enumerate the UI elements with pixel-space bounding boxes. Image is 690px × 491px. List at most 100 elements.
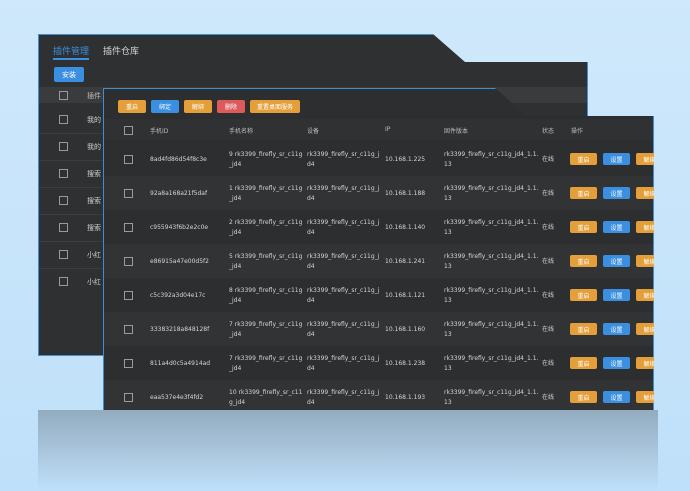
device-line1: rk3399_firefly_sr_c11g_j [307,355,380,362]
plugin-row-checkbox[interactable] [59,169,68,178]
restart-button[interactable]: 重启 [118,100,146,113]
phone-name-line1: 1 rk3399_firefly_sr_c11g [229,185,303,192]
firmware-line1: rk3399_firefly_sr_c11g_jd4_1.1. [444,389,539,396]
row-restart-button[interactable]: 重启 [570,187,597,199]
phone-name-line2: _jd4 [229,297,242,304]
phone-name-line2: _jd4 [229,331,242,338]
reset-desktop-service-button[interactable]: 重置桌面服务 [250,100,300,113]
row-restart-button[interactable]: 重启 [570,255,597,267]
unbind-button[interactable]: 解绑 [184,100,212,113]
tab-plugin-repository[interactable]: 插件仓库 [103,44,139,57]
row-settings-button[interactable]: 设置 [603,255,630,267]
row-unbind-button[interactable]: 解绑 [636,289,654,301]
plugin-row-label: 搜索 [87,170,101,178]
device-line1: rk3399_firefly_sr_c11g_j [307,253,380,260]
row-unbind-button[interactable]: 解绑 [636,153,654,165]
phone-name-line1: 7 rk3399_firefly_sr_c11g [229,355,303,362]
plugin-row-checkbox[interactable] [59,250,68,259]
firmware-line1: rk3399_firefly_sr_c11g_jd4_1.1. [444,287,539,294]
plugin-row-label: 搜索 [87,197,101,205]
select-all-checkbox[interactable] [124,126,133,135]
firmware-line1: rk3399_firefly_sr_c11g_jd4_1.1. [444,151,539,158]
phone-name-line2: _jd4 [229,365,242,372]
reflection [38,410,658,491]
status-text: 在线 [542,224,555,231]
row-restart-button[interactable]: 重启 [570,323,597,335]
table-row: 811a4d0c5a4914ad 7 rk3399_firefly_sr_c11… [104,346,654,380]
phone-name-line1: 2 rk3399_firefly_sr_c11g [229,219,303,226]
install-button[interactable]: 安装 [54,67,84,82]
row-checkbox[interactable] [124,291,133,300]
row-unbind-button[interactable]: 解绑 [636,255,654,267]
delete-button[interactable]: 删除 [217,100,245,113]
row-checkbox[interactable] [124,155,133,164]
column-phone-name: 手机名称 [229,128,254,135]
row-settings-button[interactable]: 设置 [603,187,630,199]
plugin-row-checkbox[interactable] [59,142,68,151]
device-line2: d4 [307,229,315,236]
row-checkbox[interactable] [124,393,133,402]
phone-name-line1: 8 rk3399_firefly_sr_c11g [229,287,303,294]
firmware-line1: rk3399_firefly_sr_c11g_jd4_1.1. [444,185,539,192]
device-line2: d4 [307,263,315,270]
row-unbind-button[interactable]: 解绑 [636,323,654,335]
device-line2: d4 [307,365,315,372]
row-checkbox[interactable] [124,257,133,266]
column-device: 设备 [307,128,320,135]
row-restart-button[interactable]: 重启 [570,357,597,369]
plugin-row-checkbox[interactable] [59,223,68,232]
row-restart-button[interactable]: 重启 [570,153,597,165]
phone-id: 33383218a848128f [150,326,210,333]
table-row: 8ad4fd86d54f8c3e 9 rk3399_firefly_sr_c11… [104,142,654,176]
firmware-line1: rk3399_firefly_sr_c11g_jd4_1.1. [444,355,539,362]
row-settings-button[interactable]: 设置 [603,221,630,233]
row-unbind-button[interactable]: 解绑 [636,187,654,199]
plugin-row-label: 我的 [87,116,101,124]
row-restart-button[interactable]: 重启 [570,221,597,233]
table-row: 33383218a848128f 7 rk3399_firefly_sr_c11… [104,312,654,346]
row-settings-button[interactable]: 设置 [603,289,630,301]
status-text: 在线 [542,258,555,265]
row-checkbox[interactable] [124,325,133,334]
ip-address: 10.168.1.225 [385,156,426,163]
phone-id: c5c392a3d04e17c [150,292,206,299]
plugin-row-checkbox[interactable] [59,115,68,124]
column-ip: IP [385,126,391,133]
select-all-checkbox[interactable] [59,91,68,100]
phone-name-line1: 9 rk3399_firefly_sr_c11g [229,151,303,158]
phone-id: e86915a47e00d5f2 [150,258,209,265]
row-settings-button[interactable]: 设置 [603,323,630,335]
row-settings-button[interactable]: 设置 [603,391,630,403]
bind-button[interactable]: 绑定 [151,100,179,113]
device-line1: rk3399_firefly_sr_c11g_j [307,287,380,294]
phone-id: eaa537e4e3f4fd2 [150,394,204,401]
row-unbind-button[interactable]: 解绑 [636,221,654,233]
firmware-line1: rk3399_firefly_sr_c11g_jd4_1.1. [444,219,539,226]
phone-name-line2: _jd4 [229,229,242,236]
tab-plugin-management[interactable]: 插件管理 [53,44,90,60]
plugin-row-label: 搜索 [87,224,101,232]
status-text: 在线 [542,394,555,401]
plugin-row-label: 小红 [87,278,101,286]
plugin-column-header: 插件 [87,92,101,100]
plugin-row-label: 小红 [87,251,101,259]
phone-id: 92a8a168a21f5daf [150,190,208,197]
ip-address: 10.168.1.140 [385,224,426,231]
row-checkbox[interactable] [124,359,133,368]
plugin-row-checkbox[interactable] [59,196,68,205]
plugin-row-checkbox[interactable] [59,277,68,286]
row-unbind-button[interactable]: 解绑 [636,391,654,403]
row-checkbox[interactable] [124,189,133,198]
plugin-row-label: 我的 [87,143,101,151]
device-line2: d4 [307,297,315,304]
row-restart-button[interactable]: 重启 [570,289,597,301]
device-line2: d4 [307,399,315,406]
phone-name-line1: 10 rk3399_firefly_sr_c11 [229,389,303,396]
column-firmware: 固件版本 [444,128,469,135]
row-settings-button[interactable]: 设置 [603,357,630,369]
row-restart-button[interactable]: 重启 [570,391,597,403]
row-checkbox[interactable] [124,223,133,232]
row-unbind-button[interactable]: 解绑 [636,357,654,369]
row-settings-button[interactable]: 设置 [603,153,630,165]
table-row: c5c392a3d04e17c 8 rk3399_firefly_sr_c11g… [104,278,654,312]
